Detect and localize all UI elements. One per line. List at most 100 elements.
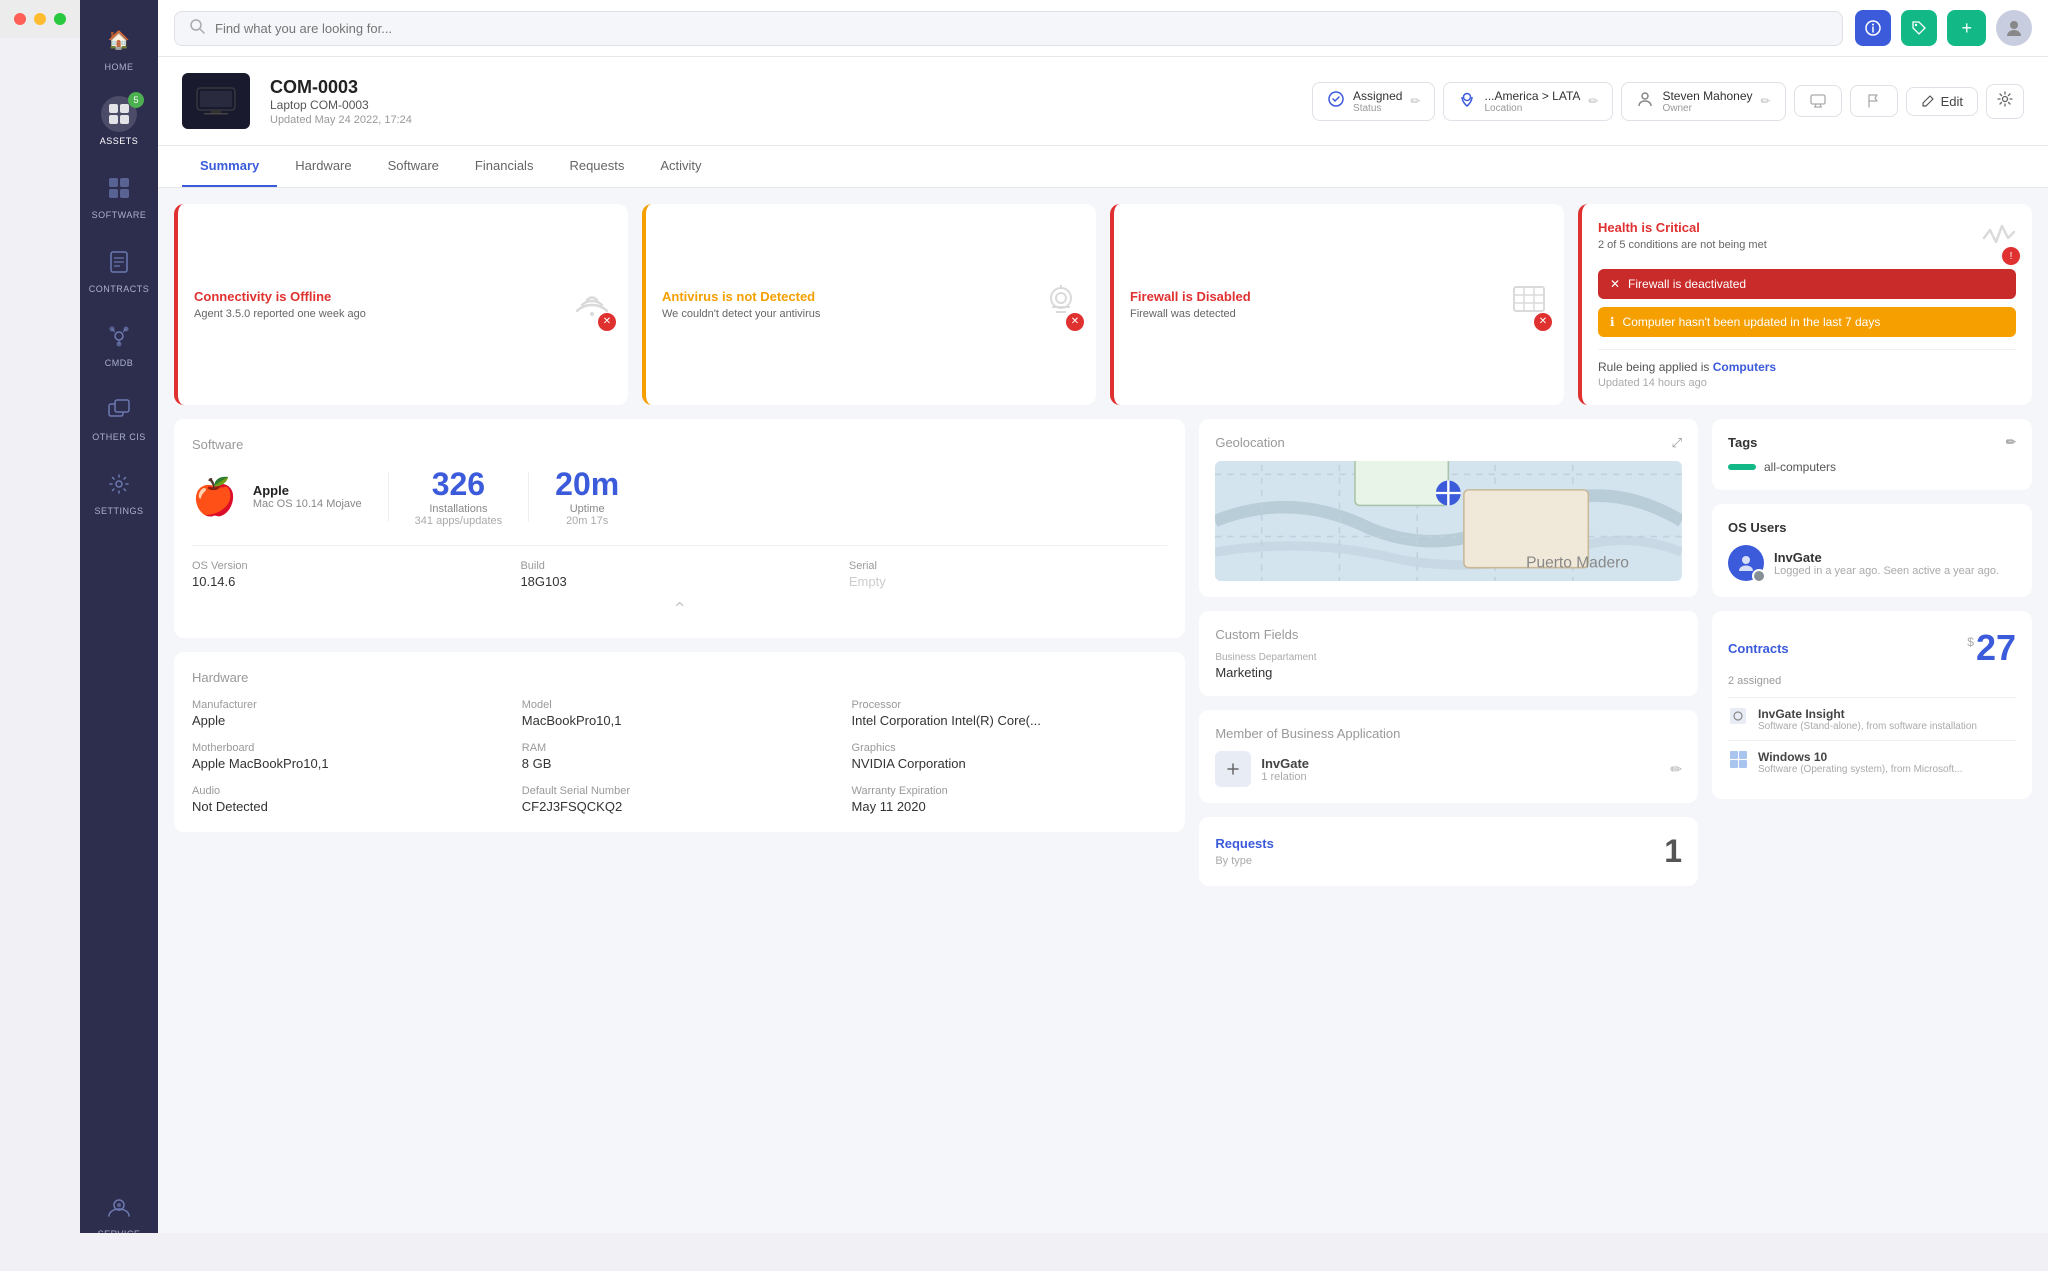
main-content: + COM-0003 Lapt [158, 0, 2048, 1233]
status-chip[interactable]: Assigned Status ✏ [1312, 82, 1435, 121]
contract-icon-1 [1728, 706, 1748, 732]
owner-icon [1636, 90, 1654, 113]
user-status-badge [1752, 569, 1766, 583]
sidebar-label-software: SOFTWARE [92, 210, 147, 220]
owner-edit-icon[interactable]: ✏ [1761, 94, 1771, 108]
alerts-row: Connectivity is Offline Agent 3.5.0 repo… [174, 204, 2032, 405]
contracts-count: 27 [1976, 627, 2016, 669]
search-bar[interactable] [174, 11, 1843, 46]
monitor-chip[interactable] [1794, 85, 1842, 117]
sw-install-sub: 341 apps/updates [415, 515, 502, 527]
alert-connectivity-text: Connectivity is Offline Agent 3.5.0 repo… [194, 289, 366, 320]
biz-app-card: Member of Business Application InvGate 1… [1199, 710, 1698, 803]
edit-label: Edit [1941, 94, 1963, 109]
sidebar-item-assets[interactable]: 5 ASSETS [84, 86, 154, 156]
window-close[interactable] [14, 13, 26, 25]
sidebar-item-contracts[interactable]: CONTRACTS [84, 234, 154, 304]
alert-antivirus-text: Antivirus is not Detected We couldn't de… [662, 289, 820, 320]
gear-button[interactable] [1986, 84, 2024, 119]
info-button[interactable] [1855, 10, 1891, 46]
asset-id: COM-0003 [270, 77, 412, 98]
owner-chip[interactable]: Steven Mahoney Owner ✏ [1621, 82, 1785, 121]
location-edit-icon[interactable]: ✏ [1588, 94, 1598, 108]
middle-column: Geolocation ⤢ [1199, 419, 1698, 886]
edit-button[interactable]: Edit [1906, 87, 1978, 116]
map-svg: Puerto Madero [1215, 461, 1682, 581]
serial-value: Empty [849, 574, 1167, 589]
status-label: Status [1353, 103, 1402, 114]
hw-ram-value: 8 GB [522, 756, 838, 771]
add-button[interactable]: + [1947, 10, 1986, 46]
search-input[interactable] [215, 21, 1828, 36]
requests-card: Requests By type 1 [1199, 817, 1698, 886]
asset-type: Laptop COM-0003 [270, 98, 412, 112]
serial-field: Serial Empty [849, 560, 1167, 589]
hw-graphics: Graphics NVIDIA Corporation [852, 742, 1168, 771]
contract-1-name: InvGate Insight [1758, 707, 1977, 721]
status-text: Assigned Status [1353, 89, 1402, 114]
tab-hardware[interactable]: Hardware [277, 146, 369, 187]
requests-sub: By type [1215, 855, 1274, 867]
software-row: 🍎 Apple Mac OS 10.14 Mojave 326 Installa… [192, 466, 1167, 527]
status-value: Assigned [1353, 89, 1402, 103]
biz-app-title: Member of Business Application [1215, 726, 1682, 741]
software-details: OS Version 10.14.6 Build 18G103 Serial E… [192, 545, 1167, 589]
tab-financials[interactable]: Financials [457, 146, 552, 187]
window-maximize[interactable] [54, 13, 66, 25]
sidebar-label-contracts: CONTRACTS [89, 284, 150, 294]
os-version-value: 10.14.6 [192, 574, 510, 589]
user-info: InvGate Logged in a year ago. Seen activ… [1774, 550, 1999, 577]
contract-2-name: Windows 10 [1758, 750, 1963, 764]
tab-summary[interactable]: Summary [182, 146, 277, 187]
location-chip[interactable]: ...America > LATA Location ✏ [1443, 82, 1613, 121]
business-dept-label: Business Departament [1215, 652, 1682, 663]
geo-expand-icon[interactable]: ⤢ [1672, 435, 1682, 451]
sidebar-item-service-desk[interactable]: SERVICE DESK [84, 1179, 154, 1233]
serial-label: Serial [849, 560, 1167, 572]
tab-requests[interactable]: Requests [551, 146, 642, 187]
alert-connectivity: Connectivity is Offline Agent 3.5.0 repo… [174, 204, 628, 405]
health-rule-prefix: Rule being applied is [1598, 360, 1709, 374]
contract-item-invgate: InvGate Insight Software (Stand-alone), … [1728, 697, 2016, 740]
software-collapse-btn[interactable]: ⌃ [192, 599, 1167, 620]
sidebar-item-home[interactable]: 🏠 HOME [84, 12, 154, 82]
health-title: Health is Critical [1598, 220, 1767, 235]
tab-activity[interactable]: Activity [642, 146, 719, 187]
status-edit-icon[interactable]: ✏ [1410, 94, 1420, 108]
user-avatar-circle [1728, 545, 1764, 581]
biz-app-info: InvGate 1 relation [1261, 756, 1309, 783]
alert-health: Health is Critical 2 of 5 conditions are… [1578, 204, 2032, 405]
tags-edit-icon[interactable]: ✏ [2006, 435, 2016, 450]
hw-warranty-label: Warranty Expiration [852, 785, 1168, 797]
sidebar-item-software[interactable]: SOFTWARE [84, 160, 154, 230]
user-avatar[interactable] [1996, 10, 2032, 46]
biz-app-edit-icon[interactable]: ✏ [1670, 761, 1682, 778]
geo-card: Geolocation ⤢ [1199, 419, 1698, 597]
owner-value: Steven Mahoney [1662, 89, 1752, 103]
sidebar-item-settings[interactable]: SETTINGS [84, 456, 154, 526]
window-minimize[interactable] [34, 13, 46, 25]
sidebar-item-cmdb[interactable]: CMDB [84, 308, 154, 378]
hw-serial-label: Default Serial Number [522, 785, 838, 797]
tab-software[interactable]: Software [370, 146, 457, 187]
hw-audio-value: Not Detected [192, 799, 508, 814]
software-section-title: Software [192, 437, 1167, 452]
health-alert-firewall: ✕ Firewall is deactivated [1598, 269, 2016, 299]
antivirus-badge: ✕ [1066, 313, 1084, 331]
geo-title: Geolocation ⤢ [1215, 435, 1682, 451]
tag-button[interactable] [1901, 10, 1937, 46]
sidebar-item-other[interactable]: OTHER CIs [84, 382, 154, 452]
sw-uptime: 20m Uptime 20m 17s [555, 466, 619, 527]
flag-chip[interactable] [1850, 85, 1898, 117]
hw-audio-label: Audio [192, 785, 508, 797]
os-version-field: OS Version 10.14.6 [192, 560, 510, 589]
alert-firewall: Firewall is Disabled Firewall was detect… [1110, 204, 1564, 405]
biz-app-relations: 1 relation [1261, 771, 1309, 783]
page-body: Connectivity is Offline Agent 3.5.0 repo… [158, 188, 2048, 944]
firewall-icon: ✕ [1510, 283, 1548, 327]
sw-install-label: Installations [415, 503, 502, 515]
contracts-card: Contracts $ 27 2 assigned [1712, 611, 2032, 799]
sw-install-count: 326 [415, 466, 502, 503]
hw-warranty: Warranty Expiration May 11 2020 [852, 785, 1168, 814]
custom-fields-title: Custom Fields [1215, 627, 1682, 642]
